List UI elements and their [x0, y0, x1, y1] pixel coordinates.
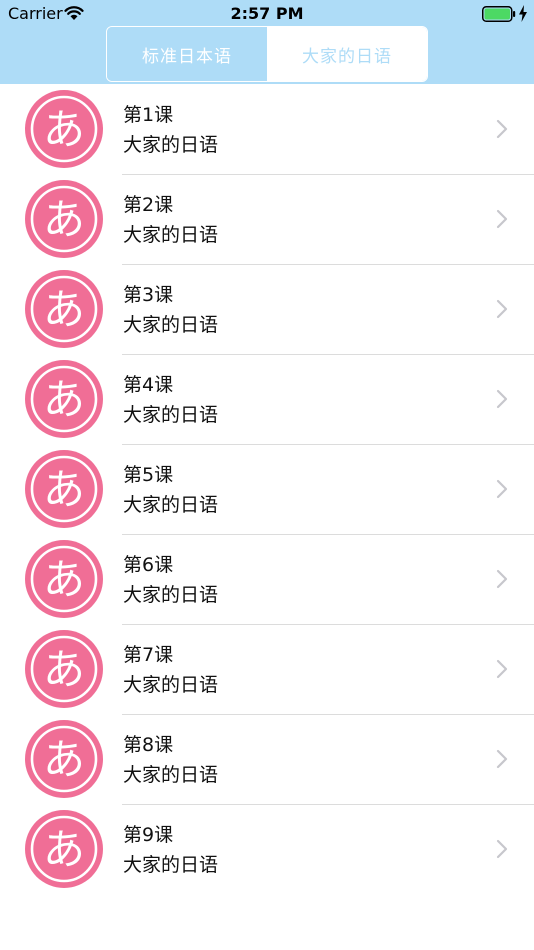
lesson-title: 第4课 — [123, 374, 174, 396]
lesson-row[interactable]: あ 第3课 大家的日语 — [0, 264, 534, 354]
chevron-right-icon — [496, 209, 508, 229]
chevron-right-icon — [496, 119, 508, 139]
hiragana-a-icon: あ — [25, 540, 103, 618]
lesson-subtitle: 大家的日语 — [123, 674, 219, 696]
segment-label: 大家的日语 — [302, 46, 392, 67]
lesson-title: 第5课 — [123, 464, 174, 486]
hiragana-a-icon: あ — [25, 630, 103, 708]
lesson-title: 第2课 — [123, 194, 174, 216]
battery-icon — [482, 6, 516, 22]
chevron-right-icon — [496, 659, 508, 679]
hiragana-a-icon: あ — [25, 270, 103, 348]
hiragana-a-icon: あ — [25, 360, 103, 438]
lesson-subtitle: 大家的日语 — [123, 584, 219, 606]
charging-bolt-icon — [519, 5, 527, 22]
segment-minna-no-nihongo[interactable]: 大家的日语 — [267, 27, 427, 81]
lesson-row[interactable]: あ 第9课 大家的日语 — [0, 804, 534, 894]
svg-text:あ: あ — [43, 825, 85, 874]
lesson-row[interactable]: あ 第8课 大家的日语 — [0, 714, 534, 804]
lesson-subtitle: 大家的日语 — [123, 134, 219, 156]
status-bar: Carrier 2:57 PM — [0, 0, 534, 28]
lesson-row[interactable]: あ 第6课 大家的日语 — [0, 534, 534, 624]
lesson-subtitle: 大家的日语 — [123, 494, 219, 516]
header: Carrier 2:57 PM 标准日本语 大家的日语 — [0, 0, 534, 84]
svg-text:あ: あ — [43, 465, 85, 514]
hiragana-a-icon: あ — [25, 450, 103, 528]
chevron-right-icon — [496, 839, 508, 859]
chevron-right-icon — [496, 389, 508, 409]
hiragana-a-icon: あ — [25, 810, 103, 888]
lesson-subtitle: 大家的日语 — [123, 764, 219, 786]
svg-text:あ: あ — [43, 645, 85, 694]
lesson-title: 第7课 — [123, 644, 174, 666]
segment-standard-japanese[interactable]: 标准日本语 — [107, 27, 267, 81]
lesson-title: 第1课 — [123, 104, 174, 126]
chevron-right-icon — [496, 569, 508, 589]
hiragana-a-icon: あ — [25, 720, 103, 798]
lesson-list: あ 第1课 大家的日语 あ 第2课 大家的日语 あ 第3课 大家的日语 あ 第4… — [0, 84, 534, 894]
lesson-title: 第9课 — [123, 824, 174, 846]
hiragana-a-icon: あ — [25, 180, 103, 258]
lesson-subtitle: 大家的日语 — [123, 314, 219, 336]
lesson-title: 第6课 — [123, 554, 174, 576]
svg-text:あ: あ — [43, 105, 85, 154]
svg-text:あ: あ — [43, 195, 85, 244]
chevron-right-icon — [496, 749, 508, 769]
svg-text:あ: あ — [43, 285, 85, 334]
svg-text:あ: あ — [43, 735, 85, 784]
hiragana-a-icon: あ — [25, 90, 103, 168]
lesson-row[interactable]: あ 第5课 大家的日语 — [0, 444, 534, 534]
lesson-row[interactable]: あ 第4课 大家的日语 — [0, 354, 534, 444]
chevron-right-icon — [496, 479, 508, 499]
lesson-row[interactable]: あ 第1课 大家的日语 — [0, 84, 534, 174]
lesson-subtitle: 大家的日语 — [123, 854, 219, 876]
svg-text:あ: あ — [43, 375, 85, 424]
lesson-subtitle: 大家的日语 — [123, 404, 219, 426]
svg-text:あ: あ — [43, 555, 85, 604]
lesson-subtitle: 大家的日语 — [123, 224, 219, 246]
lesson-row[interactable]: あ 第7课 大家的日语 — [0, 624, 534, 714]
lesson-row[interactable]: あ 第2课 大家的日语 — [0, 174, 534, 264]
clock: 2:57 PM — [230, 4, 304, 23]
segment-label: 标准日本语 — [142, 46, 232, 67]
lesson-title: 第3课 — [123, 284, 174, 306]
chevron-right-icon — [496, 299, 508, 319]
segmented-control: 标准日本语 大家的日语 — [106, 26, 428, 82]
lesson-title: 第8课 — [123, 734, 174, 756]
